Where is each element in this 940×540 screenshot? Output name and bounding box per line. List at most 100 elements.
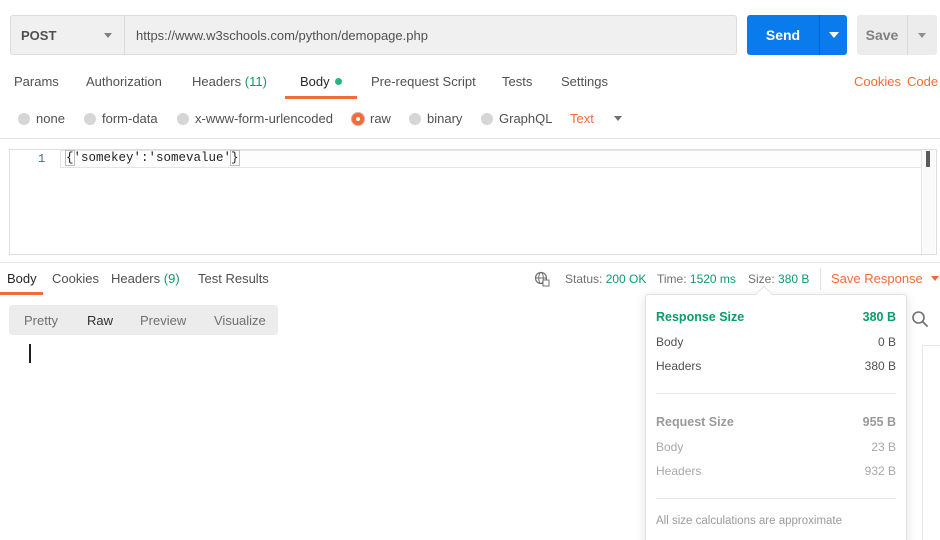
response-tab-cookies[interactable]: Cookies: [52, 271, 99, 286]
response-tab-headers-count: (9): [163, 271, 180, 286]
request-headers-size: 932 B: [864, 464, 896, 478]
status-value: 200 OK: [605, 272, 647, 286]
url-value: https://www.w3schools.com/python/demopag…: [136, 27, 428, 43]
radio-raw[interactable]: raw: [352, 111, 391, 126]
send-button[interactable]: Send: [747, 15, 819, 55]
request-body-size-row: Body 23 B: [656, 440, 896, 454]
chevron-down-icon: [918, 33, 926, 38]
brace-open: {: [65, 150, 75, 166]
editor-scrollbar[interactable]: [921, 150, 935, 254]
radio-urlencoded[interactable]: x-www-form-urlencoded: [177, 111, 333, 126]
divider: [656, 498, 896, 499]
tab-tests[interactable]: Tests: [502, 74, 532, 89]
response-tab-body[interactable]: Body: [7, 271, 37, 286]
request-tabs: Params Authorization Headers (11) Body P…: [0, 65, 940, 99]
method-select[interactable]: POST: [10, 15, 124, 55]
divider: [820, 268, 821, 290]
size-value: 380 B: [778, 272, 810, 286]
search-icon[interactable]: [911, 310, 929, 328]
popover-arrow: [755, 285, 773, 303]
cookies-link[interactable]: Cookies: [854, 74, 901, 89]
status-label: Status:: [565, 272, 603, 286]
save-button[interactable]: Save: [857, 15, 907, 55]
tab-prerequest-script[interactable]: Pre-request Script: [371, 74, 476, 89]
raw-format-value: Text: [570, 111, 594, 126]
radio-circle-icon: [84, 112, 96, 125]
radio-none[interactable]: none: [18, 111, 65, 126]
chevron-down-icon: [104, 33, 112, 38]
radio-label: raw: [370, 111, 391, 126]
view-raw[interactable]: Raw: [87, 313, 113, 328]
tab-params[interactable]: Params: [14, 74, 59, 89]
radio-graphql[interactable]: GraphQL: [481, 111, 552, 126]
view-pretty[interactable]: Pretty: [24, 313, 58, 328]
time-label: Time:: [657, 272, 687, 286]
radio-circle-icon: [481, 112, 493, 125]
radio-label: none: [36, 111, 65, 126]
size-note: All size calculations are approximate: [656, 515, 843, 527]
save-response-label: Save Response: [831, 271, 923, 286]
tab-headers[interactable]: Headers (11): [192, 74, 267, 89]
tab-settings[interactable]: Settings: [561, 74, 608, 89]
response-view-selector: Pretty Raw Preview Visualize: [9, 305, 278, 335]
send-options-button[interactable]: [819, 15, 847, 55]
url-input[interactable]: https://www.w3schools.com/python/demopag…: [124, 15, 737, 55]
body-editor[interactable]: 1 {'somekey':'somevalue'}: [9, 149, 937, 255]
request-headers-label: Headers: [656, 464, 702, 478]
active-tab-indicator: [285, 96, 357, 99]
globe-icon[interactable]: [534, 271, 550, 287]
radio-circle-icon: [409, 112, 421, 125]
chevron-down-icon: [829, 32, 839, 38]
response-headers-size: 380 B: [864, 359, 896, 373]
tab-body-label: Body: [300, 74, 330, 89]
text-cursor: [29, 344, 31, 363]
code-line: {'somekey':'somevalue'}: [65, 150, 240, 166]
view-preview[interactable]: Preview: [140, 313, 186, 328]
code-link[interactable]: Code: [907, 74, 938, 89]
response-tab-test-results[interactable]: Test Results: [198, 271, 269, 286]
tab-authorization[interactable]: Authorization: [86, 74, 162, 89]
status-info: Status: 200 OK: [565, 272, 646, 286]
size-label: Size:: [748, 272, 775, 286]
save-options-button[interactable]: [907, 15, 937, 55]
tab-body[interactable]: Body: [300, 74, 342, 89]
view-visualize[interactable]: Visualize: [214, 313, 266, 328]
response-tab-headers[interactable]: Headers (9): [111, 271, 180, 286]
response-size-row: Response Size 380 B: [656, 310, 896, 324]
tab-headers-label: Headers: [192, 74, 242, 89]
chevron-down-icon: [613, 116, 622, 121]
response-headers-size-row: Headers 380 B: [656, 359, 896, 373]
body-type-selector: none form-data x-www-form-urlencoded raw…: [0, 108, 940, 130]
request-size-row: Request Size 955 B: [656, 415, 896, 429]
response-body-label: Body: [656, 335, 684, 349]
brace-close: }: [230, 150, 240, 166]
scrollbar-thumb[interactable]: [926, 151, 930, 167]
radio-binary[interactable]: binary: [409, 111, 462, 126]
divider: [0, 262, 940, 263]
request-size-title: Request Size: [656, 415, 734, 429]
request-body-label: Body: [656, 440, 684, 454]
request-size-total: 955 B: [862, 415, 896, 429]
method-value: POST: [21, 27, 57, 43]
radio-circle-icon: [18, 112, 30, 125]
response-body-size: 0 B: [877, 335, 896, 349]
active-response-tab-indicator: [0, 292, 43, 295]
time-info[interactable]: Time: 1520 ms: [657, 272, 736, 286]
request-body-size: 23 B: [871, 440, 896, 454]
response-size-total: 380 B: [862, 310, 896, 324]
request-headers-size-row: Headers 932 B: [656, 464, 896, 478]
radio-label: x-www-form-urlencoded: [195, 111, 333, 126]
radio-label: binary: [427, 111, 463, 126]
code-text: 'somekey':'somevalue': [73, 151, 232, 165]
radio-form-data[interactable]: form-data: [84, 111, 158, 126]
response-scroll-area[interactable]: [922, 345, 940, 540]
raw-format-select[interactable]: Text: [570, 111, 622, 126]
time-value: 1520 ms: [689, 272, 736, 286]
divider: [0, 138, 940, 139]
response-headers-label: Headers: [656, 359, 702, 373]
radio-label: form-data: [102, 111, 158, 126]
radio-label: GraphQL: [499, 111, 553, 126]
save-response-button[interactable]: Save Response: [831, 271, 939, 286]
radio-selected-icon: [352, 112, 364, 125]
size-info[interactable]: Size: 380 B: [748, 272, 809, 286]
